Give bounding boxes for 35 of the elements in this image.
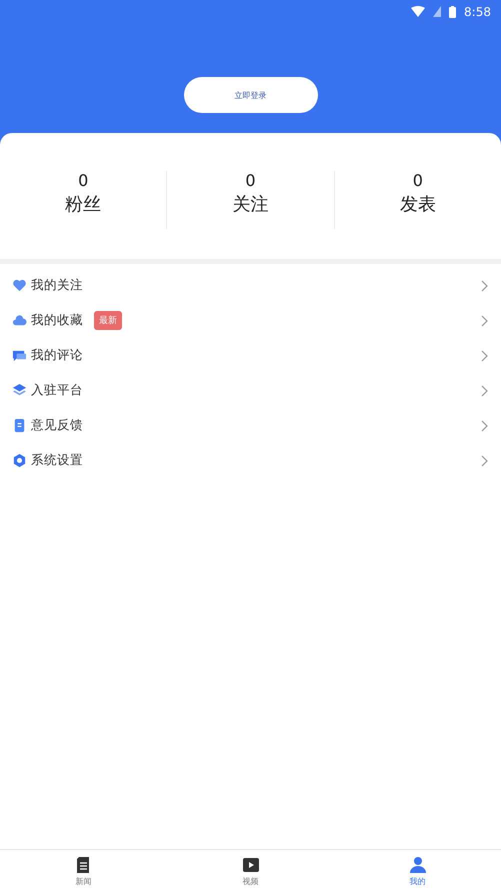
stat-value: 0 <box>78 171 88 190</box>
menu-item[interactable]: 入驻平台 <box>0 373 501 408</box>
video-icon <box>240 855 260 875</box>
wifi-icon <box>411 6 426 17</box>
login-button[interactable]: 立即登录 <box>184 77 318 113</box>
menu-item[interactable]: 意见反馈 <box>0 408 501 443</box>
person-icon <box>408 855 428 875</box>
chevron-right-icon <box>481 384 489 396</box>
heart-icon <box>12 278 27 293</box>
stat-value: 0 <box>245 171 256 190</box>
menu-item[interactable]: 系统设置 <box>0 443 501 478</box>
status-time: 8:58 <box>464 4 491 18</box>
settings-icon <box>12 453 27 468</box>
battery-icon <box>449 6 456 18</box>
chevron-right-icon <box>481 454 489 466</box>
menu-item[interactable]: 我的收藏 最新 <box>0 303 501 338</box>
chevron-right-icon <box>481 314 489 326</box>
stat-label: 粉丝 <box>65 193 102 216</box>
menu-item[interactable]: 我的评论 <box>0 338 501 373</box>
tab[interactable]: 我的 <box>334 850 501 892</box>
signal-icon <box>433 6 442 17</box>
layers-icon <box>12 383 27 398</box>
stat-value: 0 <box>412 171 423 190</box>
stat-label: 发表 <box>400 193 436 216</box>
chevron-right-icon <box>481 280 489 292</box>
stat-label: 关注 <box>232 193 268 216</box>
document-icon <box>12 418 27 433</box>
tab[interactable]: 新闻 <box>0 850 167 892</box>
menu-item[interactable]: 我的关注 <box>0 268 501 303</box>
cloud-icon <box>12 313 27 328</box>
new-badge: 最新 <box>94 311 122 330</box>
chevron-right-icon <box>481 350 489 362</box>
chevron-right-icon <box>481 420 489 432</box>
comment-icon <box>12 348 27 363</box>
tab[interactable]: 视频 <box>167 850 334 892</box>
